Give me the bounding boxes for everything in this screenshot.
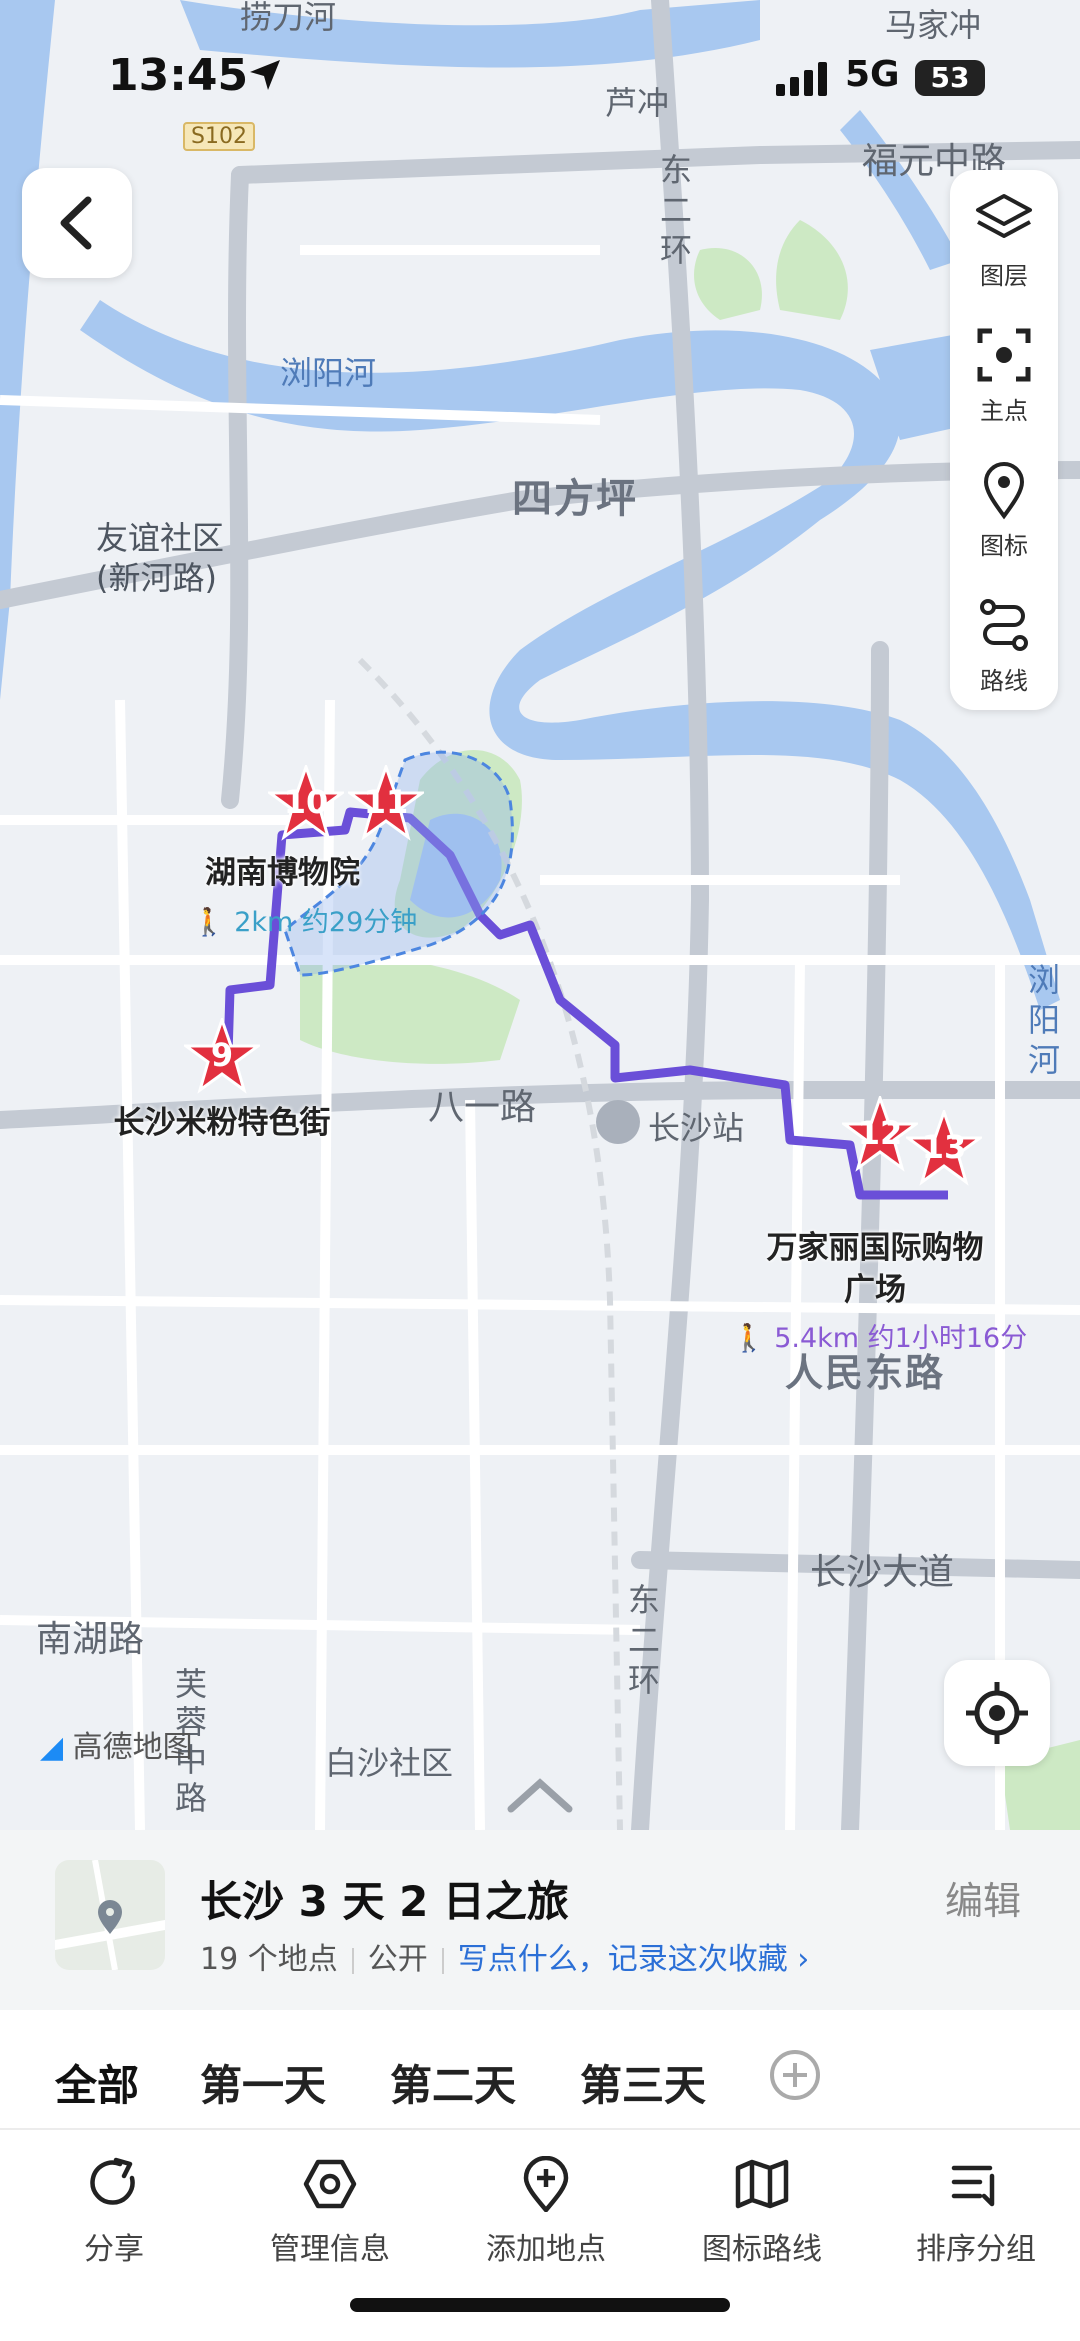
road-label: 东二环 — [660, 151, 693, 269]
add-day-icon[interactable] — [770, 2050, 820, 2100]
station-label: 长沙站 — [648, 1109, 745, 1147]
poi-label: 万家丽国际购物广场 — [766, 1230, 984, 1308]
divider — [351, 1947, 354, 1974]
poi-label: 湖南博物院 — [205, 855, 360, 891]
bottom-panel: 长沙 3 天 2 日之旅 编辑 19 个地点 公开 写点什么，记录这次收藏 › 全部… — [0, 1830, 1080, 2341]
walk-icon: 🚶 — [192, 907, 226, 938]
map-view[interactable]: 捞刀河 马家冲 芦冲 S102 福元中路 东二环 浏阳河 四方坪 友谊社区(新河… — [0, 0, 1080, 1830]
divider — [441, 1947, 444, 1974]
map-marker[interactable]: 13 — [906, 1110, 982, 1186]
route-button[interactable]: 路线 — [950, 575, 1058, 710]
edit-button[interactable]: 编辑 — [945, 1870, 1021, 1925]
place-count: 19 个地点 — [200, 1942, 338, 1977]
route-icon — [980, 599, 1028, 651]
trip-meta: 19 个地点 公开 写点什么，记录这次收藏 › — [200, 1934, 809, 1978]
action-bar: 分享 管理信息 添加地点 图标路线 排序分组 — [0, 2130, 1080, 2270]
icon-route-button[interactable]: 图标路线 — [672, 2130, 852, 2270]
place-label: 白沙社区 — [325, 1744, 454, 1782]
status-time: 13:45 — [108, 50, 249, 101]
day-tabs: 全部 第一天 第二天 第三天 — [0, 2020, 1080, 2130]
crosshair-icon — [966, 1682, 1028, 1744]
network-type: 5G — [845, 54, 900, 95]
area-label: 四方坪 — [512, 476, 638, 522]
amap-logo-icon: ◢ — [40, 1730, 64, 1765]
pin-icon — [983, 462, 1025, 520]
sort-icon — [951, 2165, 995, 2207]
chevron-left-icon — [60, 196, 92, 250]
battery-icon: 53 — [915, 60, 985, 96]
trip-header[interactable]: 长沙 3 天 2 日之旅 编辑 19 个地点 公开 写点什么，记录这次收藏 › — [0, 1830, 1080, 2010]
back-button[interactable] — [22, 168, 132, 278]
highway-shield: S102 — [183, 122, 255, 151]
tab-day-1[interactable]: 第一天 — [200, 2052, 326, 2113]
road-label: 八一路 — [428, 1087, 537, 1128]
layers-icon — [976, 194, 1032, 238]
walk-segment: 🚶 2km 约29分钟 — [192, 907, 418, 938]
map-pin-icon — [55, 1860, 165, 1970]
road-label: 长沙大道 — [810, 1552, 955, 1593]
map-logo: ◢ 高德地图 — [40, 1730, 193, 1765]
poi-label: 长沙米粉特色街 — [113, 1105, 331, 1141]
map-marker[interactable]: 11 — [348, 765, 424, 841]
share-icon — [90, 2157, 135, 2205]
share-button[interactable]: 分享 — [24, 2130, 204, 2270]
walk-segment: 🚶 5.4km 约1小时16分 — [732, 1323, 1028, 1354]
location-arrow-icon — [250, 60, 280, 90]
map-toolbar: 图层 主点 图标 路线 — [950, 170, 1058, 710]
sort-group-button[interactable]: 排序分组 — [886, 2130, 1066, 2270]
locate-button[interactable] — [944, 1660, 1050, 1766]
road-label: 南湖路 — [36, 1619, 145, 1660]
visibility-label: 公开 — [367, 1942, 428, 1977]
focus-icon — [977, 328, 1031, 382]
trip-title: 长沙 3 天 2 日之旅 — [200, 1877, 569, 1926]
river-label: 浏阳河 — [1028, 961, 1061, 1079]
layers-button[interactable]: 图层 — [950, 170, 1058, 305]
status-bar: 13:45 5G 53 — [0, 40, 1080, 120]
home-indicator — [350, 2298, 730, 2312]
map-fold-icon — [735, 2159, 789, 2209]
place-label: 友谊社区(新河路) — [96, 519, 225, 597]
river-label: 浏阳河 — [280, 354, 377, 392]
tab-all[interactable]: 全部 — [55, 2052, 139, 2113]
settings-hex-icon — [303, 2159, 357, 2209]
icon-button[interactable]: 图标 — [950, 440, 1058, 575]
map-marker[interactable]: 9 — [184, 1018, 260, 1094]
manage-info-button[interactable]: 管理信息 — [240, 2130, 420, 2270]
main-point-button[interactable]: 主点 — [950, 305, 1058, 440]
add-pin-icon — [523, 2156, 569, 2212]
tab-day-2[interactable]: 第二天 — [390, 2052, 516, 2113]
station-icon — [596, 1100, 640, 1144]
expand-panel-icon[interactable] — [505, 1775, 575, 1815]
tab-day-3[interactable]: 第三天 — [580, 2052, 706, 2113]
add-note-link[interactable]: 写点什么，记录这次收藏 › — [458, 1942, 810, 1977]
trip-thumbnail — [55, 1860, 165, 1970]
signal-icon — [776, 62, 827, 96]
add-place-button[interactable]: 添加地点 — [456, 2130, 636, 2270]
walk-icon: 🚶 — [732, 1323, 766, 1354]
river-label: 捞刀河 — [240, 0, 337, 36]
road-label: 东二环 — [628, 1581, 661, 1699]
map-marker[interactable]: 10 — [268, 765, 344, 841]
